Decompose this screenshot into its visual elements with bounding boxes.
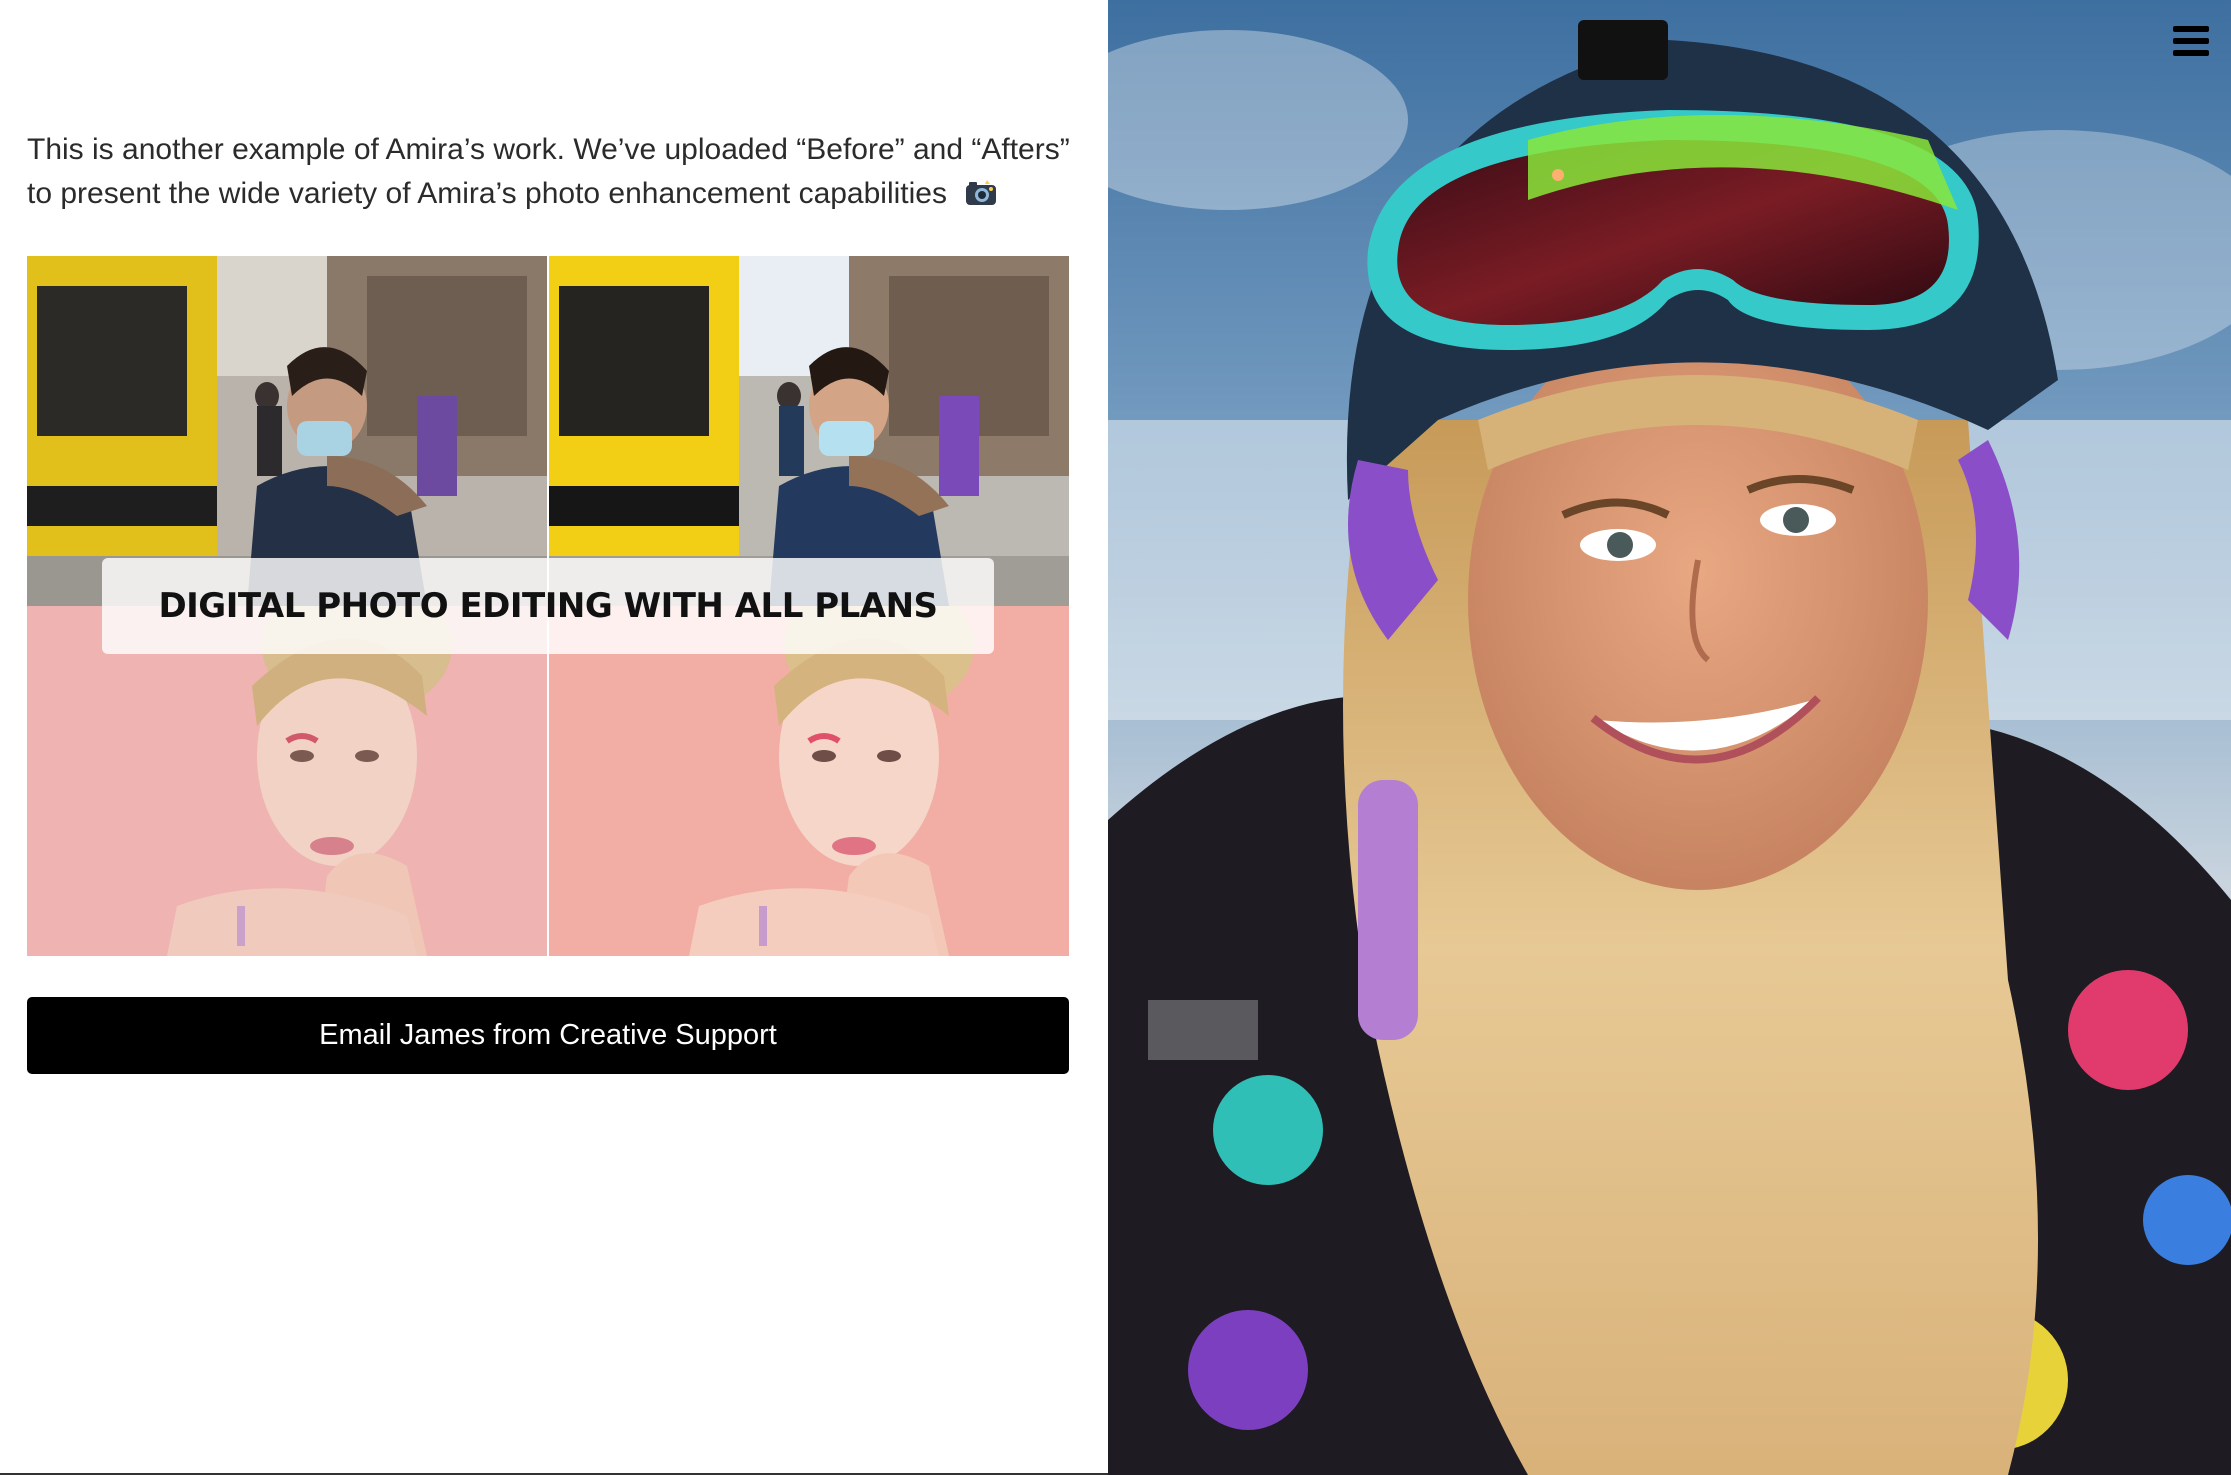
before-street-photo bbox=[27, 256, 547, 606]
plans-banner: DIGITAL PHOTO EDITING WITH ALL PLANS bbox=[102, 558, 994, 654]
menu-bar-top bbox=[2173, 26, 2209, 32]
hero-image-panel bbox=[1108, 0, 2231, 1475]
plans-banner-text: DIGITAL PHOTO EDITING WITH ALL PLANS bbox=[158, 586, 938, 626]
camera-flash-icon bbox=[965, 175, 997, 205]
before-after-collage: DIGITAL PHOTO EDITING WITH ALL PLANS bbox=[27, 256, 1069, 956]
hero-skier-photo bbox=[1108, 0, 2231, 1475]
menu-bar-middle bbox=[2173, 38, 2209, 44]
left-content-panel: This is another example of Amira’s work.… bbox=[0, 0, 1108, 1475]
intro-paragraph: This is another example of Amira’s work.… bbox=[27, 128, 1087, 216]
before-portrait-photo bbox=[27, 606, 547, 956]
hamburger-menu-icon[interactable] bbox=[2171, 26, 2211, 66]
after-portrait-photo bbox=[549, 606, 1069, 956]
intro-text: This is another example of Amira’s work.… bbox=[27, 133, 1070, 210]
email-support-button[interactable]: Email James from Creative Support bbox=[27, 997, 1069, 1074]
after-street-photo bbox=[549, 256, 1069, 606]
menu-bar-bottom bbox=[2173, 50, 2209, 56]
